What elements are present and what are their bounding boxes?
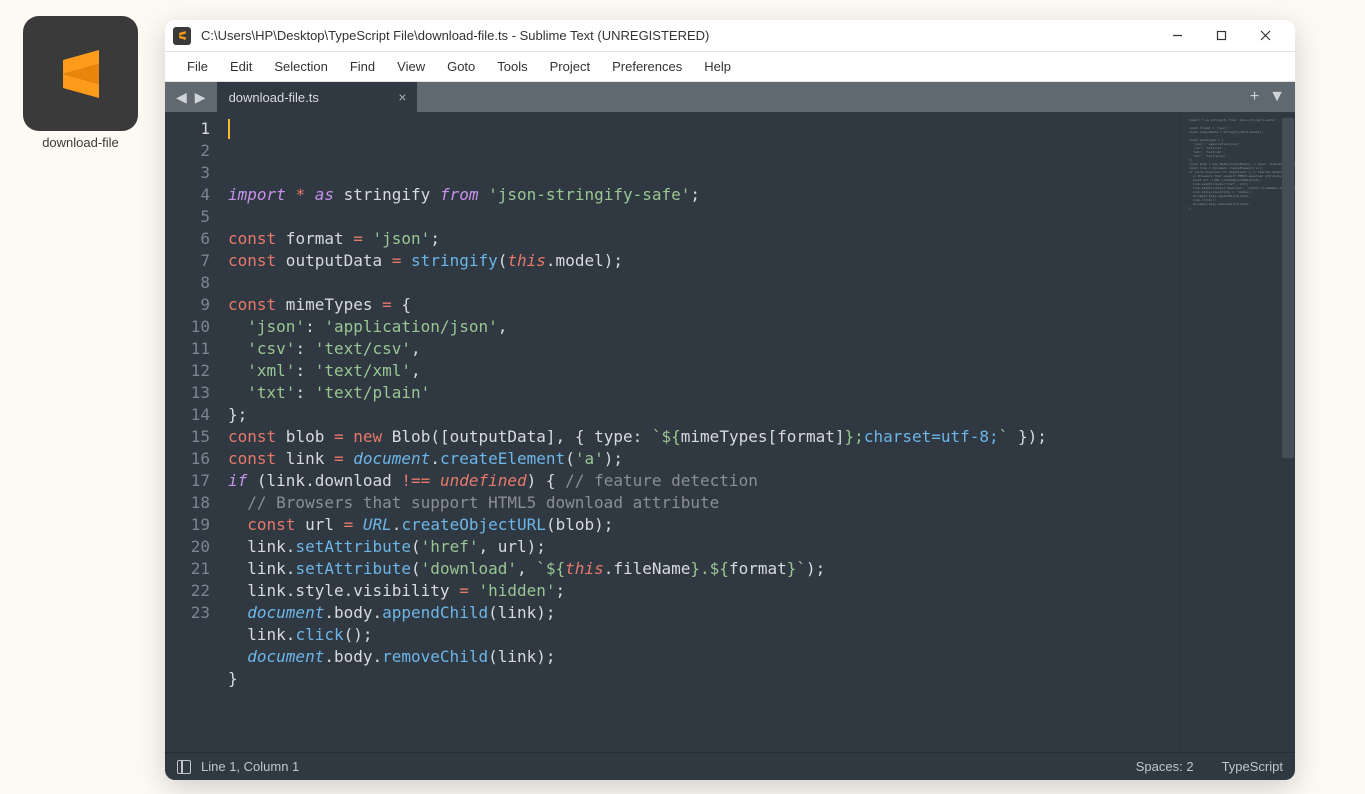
sublime-icon	[23, 16, 138, 131]
maximize-button[interactable]	[1199, 20, 1243, 52]
menu-view[interactable]: View	[387, 55, 435, 78]
line-number[interactable]: 10	[165, 316, 210, 338]
line-number[interactable]: 9	[165, 294, 210, 316]
text-cursor	[228, 119, 230, 139]
code-line[interactable]: const format = 'json';	[228, 228, 1180, 250]
code-line[interactable]	[228, 206, 1180, 228]
line-number[interactable]: 3	[165, 162, 210, 184]
editor-area: 1234567891011121314151617181920212223 im…	[165, 112, 1295, 752]
desktop-shortcut[interactable]: download-file	[23, 16, 138, 150]
line-number[interactable]: 2	[165, 140, 210, 162]
menu-help[interactable]: Help	[694, 55, 741, 78]
code-line[interactable]: const link = document.createElement('a')…	[228, 448, 1180, 470]
line-number[interactable]: 22	[165, 580, 210, 602]
code-line[interactable]: link.click();	[228, 624, 1180, 646]
line-number[interactable]: 19	[165, 514, 210, 536]
code-line[interactable]: link.style.visibility = 'hidden';	[228, 580, 1180, 602]
code-line[interactable]: 'csv': 'text/csv',	[228, 338, 1180, 360]
line-number[interactable]: 23	[165, 602, 210, 624]
line-number[interactable]: 8	[165, 272, 210, 294]
line-number[interactable]: 17	[165, 470, 210, 492]
code-line[interactable]: 'xml': 'text/xml',	[228, 360, 1180, 382]
tabbar: ◀ ▶ download-file.ts × + ▼	[165, 82, 1295, 112]
code-line[interactable]: document.body.removeChild(link);	[228, 646, 1180, 668]
tab-nav-forward-icon[interactable]: ▶	[192, 89, 209, 106]
line-number[interactable]: 14	[165, 404, 210, 426]
code-line[interactable]: link.setAttribute('href', url);	[228, 536, 1180, 558]
line-gutter[interactable]: 1234567891011121314151617181920212223	[165, 112, 220, 752]
minimap[interactable]: import * as stringify from 'json-stringi…	[1180, 112, 1295, 752]
code-line[interactable]: if (link.download !== undefined) { // fe…	[228, 470, 1180, 492]
line-number[interactable]: 21	[165, 558, 210, 580]
tab-nav-back-icon[interactable]: ◀	[173, 89, 190, 106]
code-line[interactable]: // Browsers that support HTML5 download …	[228, 492, 1180, 514]
menu-edit[interactable]: Edit	[220, 55, 262, 78]
code-line[interactable]: };	[228, 404, 1180, 426]
line-number[interactable]: 15	[165, 426, 210, 448]
tab-close-icon[interactable]: ×	[398, 89, 406, 105]
menu-file[interactable]: File	[177, 55, 218, 78]
line-number[interactable]: 18	[165, 492, 210, 514]
code-line[interactable]: link.setAttribute('download', `${this.fi…	[228, 558, 1180, 580]
sublime-window: C:\Users\HP\Desktop\TypeScript File\down…	[165, 20, 1295, 780]
line-number[interactable]: 6	[165, 228, 210, 250]
code-line[interactable]: 'txt': 'text/plain'	[228, 382, 1180, 404]
line-number[interactable]: 4	[165, 184, 210, 206]
menu-selection[interactable]: Selection	[264, 55, 337, 78]
new-tab-icon[interactable]: +	[1250, 88, 1259, 106]
titlebar-app-icon	[173, 27, 191, 45]
line-number[interactable]: 1	[165, 118, 210, 140]
code-line[interactable]: const outputData = stringify(this.model)…	[228, 250, 1180, 272]
titlebar[interactable]: C:\Users\HP\Desktop\TypeScript File\down…	[165, 20, 1295, 52]
desktop-shortcut-label: download-file	[23, 135, 138, 150]
menu-tools[interactable]: Tools	[487, 55, 537, 78]
tab-dropdown-icon[interactable]: ▼	[1269, 88, 1285, 106]
status-indent[interactable]: Spaces: 2	[1136, 759, 1194, 774]
code-line[interactable]: import * as stringify from 'json-stringi…	[228, 184, 1180, 206]
panel-toggle-icon[interactable]	[177, 760, 191, 774]
line-number[interactable]: 12	[165, 360, 210, 382]
menu-preferences[interactable]: Preferences	[602, 55, 692, 78]
status-language[interactable]: TypeScript	[1222, 759, 1283, 774]
minimap-content: import * as stringify from 'json-stringi…	[1189, 118, 1283, 210]
line-number[interactable]: 11	[165, 338, 210, 360]
code-content[interactable]: import * as stringify from 'json-stringi…	[220, 112, 1180, 752]
status-line-col[interactable]: Line 1, Column 1	[201, 759, 299, 774]
close-button[interactable]	[1243, 20, 1287, 52]
tab-label: download-file.ts	[229, 90, 319, 105]
menubar: FileEditSelectionFindViewGotoToolsProjec…	[165, 52, 1295, 82]
line-number[interactable]: 20	[165, 536, 210, 558]
line-number[interactable]: 7	[165, 250, 210, 272]
code-line[interactable]	[228, 272, 1180, 294]
menu-goto[interactable]: Goto	[437, 55, 485, 78]
minimize-button[interactable]	[1155, 20, 1199, 52]
line-number[interactable]: 5	[165, 206, 210, 228]
tab-active[interactable]: download-file.ts ×	[217, 82, 417, 112]
line-number[interactable]: 13	[165, 382, 210, 404]
statusbar: Line 1, Column 1 Spaces: 2 TypeScript	[165, 752, 1295, 780]
window-title: C:\Users\HP\Desktop\TypeScript File\down…	[201, 28, 1155, 43]
code-line[interactable]: }	[228, 668, 1180, 690]
scrollbar-vertical[interactable]	[1282, 118, 1294, 458]
line-number[interactable]: 16	[165, 448, 210, 470]
menu-find[interactable]: Find	[340, 55, 385, 78]
code-line[interactable]: document.body.appendChild(link);	[228, 602, 1180, 624]
code-line[interactable]: const blob = new Blob([outputData], { ty…	[228, 426, 1180, 448]
sublime-s-icon	[51, 44, 111, 104]
code-line[interactable]: const mimeTypes = {	[228, 294, 1180, 316]
code-line[interactable]: 'json': 'application/json',	[228, 316, 1180, 338]
menu-project[interactable]: Project	[540, 55, 600, 78]
code-line[interactable]: const url = URL.createObjectURL(blob);	[228, 514, 1180, 536]
